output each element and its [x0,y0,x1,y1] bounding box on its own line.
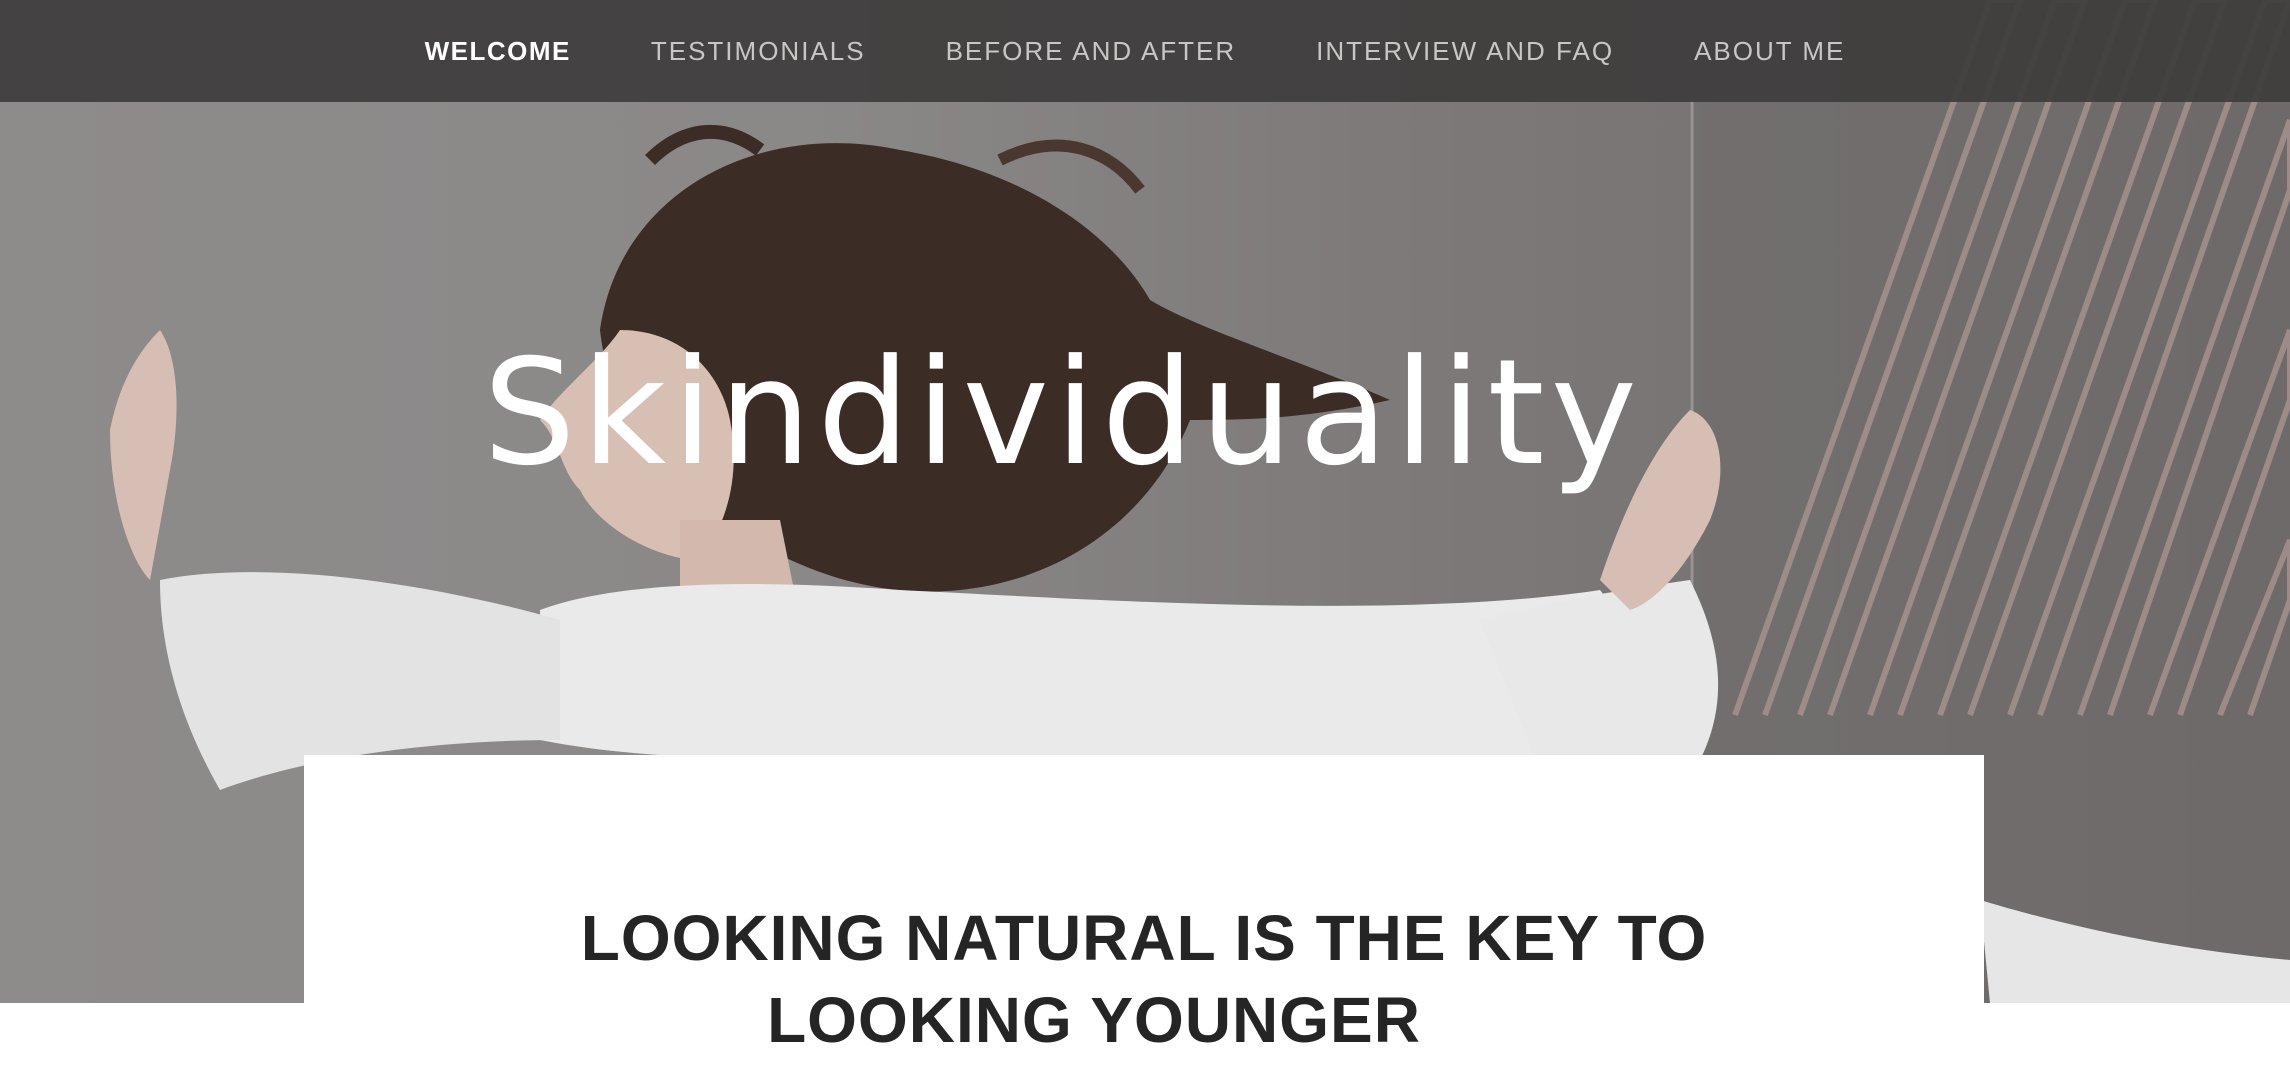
nav-item-about-me[interactable]: ABOUT ME [1694,36,1845,67]
page: Skindividuality WELCOME TESTIMONIALS BEF… [0,0,2290,1086]
content-heading-line-2: LOOKING YOUNGER [767,984,1421,1056]
content-heading-line-1: LOOKING NATURAL IS THE KEY TO [580,902,1708,974]
top-navigation: WELCOME TESTIMONIALS BEFORE AND AFTER IN… [0,0,2290,102]
nav-item-testimonials[interactable]: TESTIMONIALS [651,36,866,67]
nav-item-before-and-after[interactable]: BEFORE AND AFTER [946,36,1237,67]
content-heading: LOOKING NATURAL IS THE KEY TO LOOKING YO… [304,897,1984,1061]
nav-item-interview-and-faq[interactable]: INTERVIEW AND FAQ [1316,36,1614,67]
content-card: LOOKING NATURAL IS THE KEY TO LOOKING YO… [304,755,1984,1086]
nav-list: WELCOME TESTIMONIALS BEFORE AND AFTER IN… [385,36,1886,67]
hero-title: Skindividuality [483,328,1643,498]
nav-item-welcome[interactable]: WELCOME [425,36,571,67]
